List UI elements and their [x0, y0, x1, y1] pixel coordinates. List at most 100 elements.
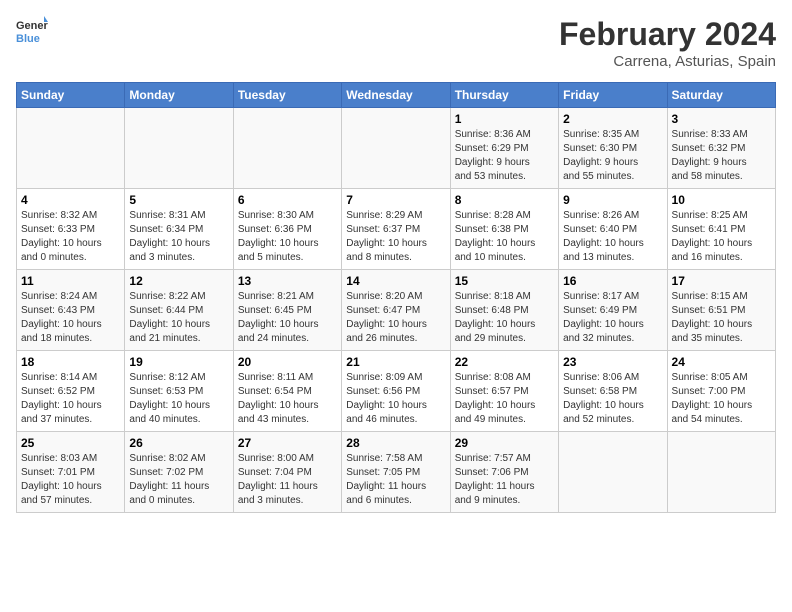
day-number: 18: [21, 355, 120, 369]
day-number: 26: [129, 436, 228, 450]
day-info: Sunrise: 8:15 AM Sunset: 6:51 PM Dayligh…: [672, 290, 771, 346]
day-info: Sunrise: 8:32 AM Sunset: 6:33 PM Dayligh…: [21, 209, 120, 265]
day-info: Sunrise: 8:06 AM Sunset: 6:58 PM Dayligh…: [563, 371, 662, 427]
calendar-cell: [233, 108, 341, 189]
day-info: Sunrise: 8:11 AM Sunset: 6:54 PM Dayligh…: [238, 371, 337, 427]
page-header: General Blue February 2024 Carrena, Astu…: [16, 16, 776, 70]
day-info: Sunrise: 8:35 AM Sunset: 6:30 PM Dayligh…: [563, 128, 662, 184]
calendar-cell: 19Sunrise: 8:12 AM Sunset: 6:53 PM Dayli…: [125, 351, 233, 432]
calendar-week-row: 18 Sunrise: 8:14 AM Sunset: 6:52 PM Dayli…: [17, 351, 776, 432]
calendar-cell: 5 Sunrise: 8:31 AM Sunset: 6:34 PM Daylig…: [125, 189, 233, 270]
day-number: 5: [129, 193, 228, 207]
calendar-cell: 18 Sunrise: 8:14 AM Sunset: 6:52 PM Dayli…: [17, 351, 125, 432]
day-info: Sunrise: 8:08 AM Sunset: 6:57 PM Dayligh…: [455, 371, 554, 427]
calendar-cell: 24Sunrise: 8:05 AM Sunset: 7:00 PM Dayli…: [667, 351, 775, 432]
day-info: Sunrise: 8:36 AM Sunset: 6:29 PM Dayligh…: [455, 128, 554, 184]
day-number: 10: [672, 193, 771, 207]
day-number: 2: [563, 112, 662, 126]
day-info: Sunrise: 8:17 AM Sunset: 6:49 PM Dayligh…: [563, 290, 662, 346]
calendar-cell: [667, 432, 775, 513]
day-info: Sunrise: 8:33 AM Sunset: 6:32 PM Dayligh…: [672, 128, 771, 184]
day-number: 28: [346, 436, 445, 450]
calendar-cell: 28 Sunrise: 7:58 AM Sunset: 7:05 PM Dayli…: [342, 432, 450, 513]
calendar-header-row: SundayMondayTuesdayWednesdayThursdayFrid…: [17, 83, 776, 108]
calendar-cell: 1 Sunrise: 8:36 AM Sunset: 6:29 PM Daylig…: [450, 108, 558, 189]
day-number: 23: [563, 355, 662, 369]
day-number: 24: [672, 355, 771, 369]
day-number: 3: [672, 112, 771, 126]
day-number: 21: [346, 355, 445, 369]
calendar-cell: 6 Sunrise: 8:30 AM Sunset: 6:36 PM Daylig…: [233, 189, 341, 270]
day-number: 6: [238, 193, 337, 207]
day-number: 14: [346, 274, 445, 288]
day-info: Sunrise: 8:31 AM Sunset: 6:34 PM Dayligh…: [129, 209, 228, 265]
calendar-cell: 2 Sunrise: 8:35 AM Sunset: 6:30 PM Daylig…: [559, 108, 667, 189]
day-number: 17: [672, 274, 771, 288]
day-info: Sunrise: 8:30 AM Sunset: 6:36 PM Dayligh…: [238, 209, 337, 265]
calendar-week-row: 4 Sunrise: 8:32 AM Sunset: 6:33 PM Daylig…: [17, 189, 776, 270]
day-info: Sunrise: 8:18 AM Sunset: 6:48 PM Dayligh…: [455, 290, 554, 346]
day-info: Sunrise: 8:26 AM Sunset: 6:40 PM Dayligh…: [563, 209, 662, 265]
day-info: Sunrise: 8:14 AM Sunset: 6:52 PM Dayligh…: [21, 371, 120, 427]
day-number: 8: [455, 193, 554, 207]
calendar-cell: 26 Sunrise: 8:02 AM Sunset: 7:02 PM Dayli…: [125, 432, 233, 513]
calendar-cell: 4 Sunrise: 8:32 AM Sunset: 6:33 PM Daylig…: [17, 189, 125, 270]
calendar-cell: 11 Sunrise: 8:24 AM Sunset: 6:43 PM Dayli…: [17, 270, 125, 351]
calendar-cell: [125, 108, 233, 189]
calendar-cell: 10 Sunrise: 8:25 AM Sunset: 6:41 PM Dayli…: [667, 189, 775, 270]
day-number: 19: [129, 355, 228, 369]
day-number: 27: [238, 436, 337, 450]
calendar-cell: 25 Sunrise: 8:03 AM Sunset: 7:01 PM Dayli…: [17, 432, 125, 513]
day-info: Sunrise: 8:20 AM Sunset: 6:47 PM Dayligh…: [346, 290, 445, 346]
calendar-header-cell: Sunday: [17, 83, 125, 108]
day-info: Sunrise: 8:09 AM Sunset: 6:56 PM Dayligh…: [346, 371, 445, 427]
calendar-cell: 12 Sunrise: 8:22 AM Sunset: 6:44 PM Dayli…: [125, 270, 233, 351]
day-info: Sunrise: 7:57 AM Sunset: 7:06 PM Dayligh…: [455, 452, 554, 508]
calendar-header-cell: Thursday: [450, 83, 558, 108]
page-subtitle: Carrena, Asturias, Spain: [559, 53, 776, 70]
calendar-cell: 9 Sunrise: 8:26 AM Sunset: 6:40 PM Daylig…: [559, 189, 667, 270]
calendar-cell: 8 Sunrise: 8:28 AM Sunset: 6:38 PM Daylig…: [450, 189, 558, 270]
calendar-week-row: 11 Sunrise: 8:24 AM Sunset: 6:43 PM Dayli…: [17, 270, 776, 351]
day-number: 20: [238, 355, 337, 369]
calendar-header-cell: Saturday: [667, 83, 775, 108]
calendar-cell: 14 Sunrise: 8:20 AM Sunset: 6:47 PM Dayli…: [342, 270, 450, 351]
day-number: 22: [455, 355, 554, 369]
day-number: 12: [129, 274, 228, 288]
day-number: 9: [563, 193, 662, 207]
calendar-header-cell: Wednesday: [342, 83, 450, 108]
calendar-week-row: 25 Sunrise: 8:03 AM Sunset: 7:01 PM Dayli…: [17, 432, 776, 513]
logo: General Blue: [16, 16, 48, 48]
day-info: Sunrise: 8:02 AM Sunset: 7:02 PM Dayligh…: [129, 452, 228, 508]
calendar-cell: 13 Sunrise: 8:21 AM Sunset: 6:45 PM Dayli…: [233, 270, 341, 351]
day-number: 1: [455, 112, 554, 126]
day-info: Sunrise: 8:25 AM Sunset: 6:41 PM Dayligh…: [672, 209, 771, 265]
calendar-cell: [342, 108, 450, 189]
calendar-cell: 3 Sunrise: 8:33 AM Sunset: 6:32 PM Daylig…: [667, 108, 775, 189]
calendar-header-cell: Tuesday: [233, 83, 341, 108]
day-info: Sunrise: 8:28 AM Sunset: 6:38 PM Dayligh…: [455, 209, 554, 265]
day-info: Sunrise: 7:58 AM Sunset: 7:05 PM Dayligh…: [346, 452, 445, 508]
day-number: 13: [238, 274, 337, 288]
day-info: Sunrise: 8:03 AM Sunset: 7:01 PM Dayligh…: [21, 452, 120, 508]
day-number: 15: [455, 274, 554, 288]
calendar-cell: 20 Sunrise: 8:11 AM Sunset: 6:54 PM Dayli…: [233, 351, 341, 432]
calendar-cell: 29Sunrise: 7:57 AM Sunset: 7:06 PM Dayli…: [450, 432, 558, 513]
day-number: 4: [21, 193, 120, 207]
day-number: 25: [21, 436, 120, 450]
calendar-cell: 21 Sunrise: 8:09 AM Sunset: 6:56 PM Dayli…: [342, 351, 450, 432]
calendar-week-row: 1 Sunrise: 8:36 AM Sunset: 6:29 PM Daylig…: [17, 108, 776, 189]
calendar-table: SundayMondayTuesdayWednesdayThursdayFrid…: [16, 82, 776, 513]
calendar-body: 1 Sunrise: 8:36 AM Sunset: 6:29 PM Daylig…: [17, 108, 776, 513]
title-block: February 2024 Carrena, Asturias, Spain: [559, 16, 776, 70]
svg-text:Blue: Blue: [16, 33, 40, 45]
logo-icon: General Blue: [16, 16, 48, 48]
day-info: Sunrise: 8:21 AM Sunset: 6:45 PM Dayligh…: [238, 290, 337, 346]
page-title: February 2024: [559, 16, 776, 53]
calendar-cell: 17 Sunrise: 8:15 AM Sunset: 6:51 PM Dayli…: [667, 270, 775, 351]
calendar-cell: 16Sunrise: 8:17 AM Sunset: 6:49 PM Dayli…: [559, 270, 667, 351]
day-info: Sunrise: 8:22 AM Sunset: 6:44 PM Dayligh…: [129, 290, 228, 346]
day-info: Sunrise: 8:24 AM Sunset: 6:43 PM Dayligh…: [21, 290, 120, 346]
day-number: 11: [21, 274, 120, 288]
calendar-cell: 27Sunrise: 8:00 AM Sunset: 7:04 PM Dayli…: [233, 432, 341, 513]
